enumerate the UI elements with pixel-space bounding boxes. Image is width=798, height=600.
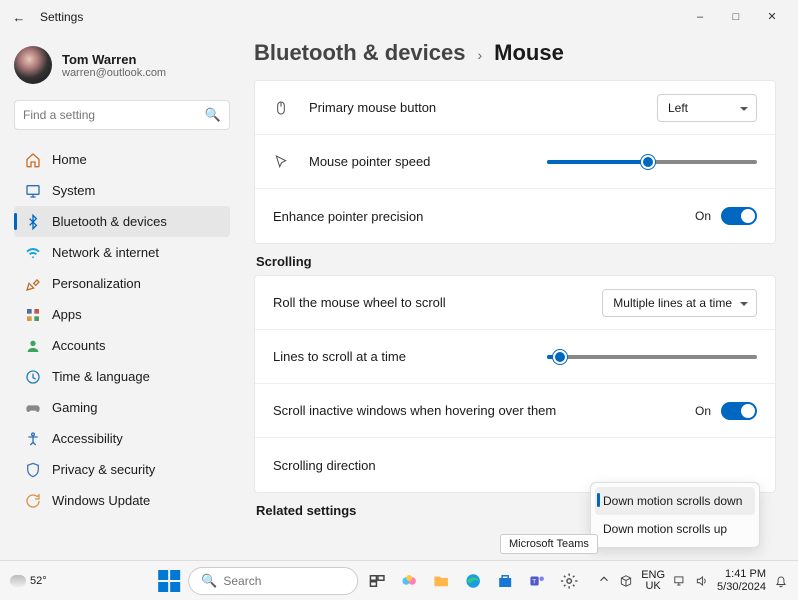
nav-label: Windows Update [52, 493, 150, 508]
nav-label: Time & language [52, 369, 150, 384]
tray-chevron-icon[interactable] [597, 572, 611, 589]
taskbar-search-input[interactable] [223, 574, 345, 588]
scrolling-header: Scrolling [256, 254, 776, 269]
nav-system[interactable]: System [14, 175, 230, 206]
back-button[interactable]: ← [8, 10, 30, 25]
nav-home[interactable]: Home [14, 144, 230, 175]
search-icon: 🔍 [201, 573, 217, 589]
inactive-windows-label: Scroll inactive windows when hovering ov… [273, 403, 695, 418]
lines-scroll-slider[interactable] [547, 355, 757, 359]
nav-label: Accessibility [52, 431, 123, 446]
enhance-precision-label: Enhance pointer precision [273, 209, 695, 224]
lines-scroll-label: Lines to scroll at a time [273, 349, 547, 364]
nav-label: Accounts [52, 338, 105, 353]
maximize-button[interactable]: □ [718, 3, 754, 31]
nav-network[interactable]: Network & internet [14, 237, 230, 268]
option-scrolls-down[interactable]: Down motion scrolls down [595, 487, 755, 515]
nav-label: Bluetooth & devices [52, 214, 167, 229]
apps-icon [22, 306, 44, 324]
pointer-speed-label: Mouse pointer speed [309, 154, 547, 169]
personalization-icon [22, 275, 44, 293]
wheel-scroll-select[interactable]: Multiple lines at a time [602, 289, 757, 317]
taskbar-tooltip: Microsoft Teams [500, 534, 598, 554]
user-profile[interactable]: Tom Warren warren@outlook.com [14, 46, 230, 84]
cursor-icon [273, 154, 297, 170]
nav-label: Personalization [52, 276, 141, 291]
store-button[interactable] [492, 568, 518, 594]
primary-button-label: Primary mouse button [309, 100, 657, 115]
settings-button[interactable] [556, 568, 582, 594]
accessibility-icon [22, 430, 44, 448]
nav-accounts[interactable]: Accounts [14, 330, 230, 361]
breadcrumb: Bluetooth & devices › Mouse [254, 40, 776, 66]
user-name: Tom Warren [62, 52, 166, 67]
nav-accessibility[interactable]: Accessibility [14, 423, 230, 454]
toggle-state: On [695, 209, 711, 223]
scroll-direction-label: Scrolling direction [273, 458, 757, 473]
home-icon [22, 151, 44, 169]
taskbar-search[interactable]: 🔍 [188, 567, 358, 595]
primary-button-select[interactable]: Left [657, 94, 757, 122]
breadcrumb-parent[interactable]: Bluetooth & devices [254, 40, 465, 66]
avatar [14, 46, 52, 84]
nav-label: Apps [52, 307, 82, 322]
nav-apps[interactable]: Apps [14, 299, 230, 330]
network-icon [22, 244, 44, 262]
notifications-icon[interactable] [774, 574, 788, 588]
nav-privacy[interactable]: Privacy & security [14, 454, 230, 485]
enhance-precision-toggle[interactable] [721, 207, 757, 225]
update-icon [22, 492, 44, 510]
clock[interactable]: 1:41 PM5/30/2024 [717, 568, 766, 592]
copilot-button[interactable] [396, 568, 422, 594]
start-button[interactable] [156, 568, 182, 594]
breadcrumb-current: Mouse [494, 40, 564, 66]
scroll-direction-dropdown[interactable]: Down motion scrolls down Down motion scr… [590, 482, 760, 548]
explorer-button[interactable] [428, 568, 454, 594]
privacy-icon [22, 461, 44, 479]
volume-tray-icon[interactable] [695, 574, 709, 588]
nav-label: Privacy & security [52, 462, 155, 477]
option-scrolls-up[interactable]: Down motion scrolls up [595, 515, 755, 543]
bluetooth-icon [22, 213, 44, 231]
mouse-icon [273, 100, 297, 116]
nav-label: Gaming [52, 400, 98, 415]
tray-box-icon[interactable] [619, 574, 633, 588]
window-title: Settings [40, 10, 83, 24]
network-tray-icon[interactable] [673, 574, 687, 588]
chevron-right-icon: › [477, 47, 482, 63]
toggle-state: On [695, 404, 711, 418]
nav-label: Home [52, 152, 87, 167]
search-icon: 🔍 [205, 107, 221, 123]
nav-update[interactable]: Windows Update [14, 485, 230, 516]
nav-bluetooth[interactable]: Bluetooth & devices [14, 206, 230, 237]
minimize-button[interactable]: – [682, 3, 718, 31]
weather-widget[interactable]: 52° [10, 575, 47, 587]
accounts-icon [22, 337, 44, 355]
system-icon [22, 182, 44, 200]
inactive-windows-toggle[interactable] [721, 402, 757, 420]
task-view-button[interactable] [364, 568, 390, 594]
teams-button[interactable]: T [524, 568, 550, 594]
weather-icon [10, 575, 26, 587]
nav-label: Network & internet [52, 245, 159, 260]
taskbar: 52° 🔍 T ENGUK 1:41 PM5/30/2024 [0, 560, 798, 600]
svg-text:T: T [532, 578, 536, 585]
temperature: 52° [30, 575, 47, 587]
search-input[interactable] [23, 108, 205, 122]
nav-label: System [52, 183, 95, 198]
wheel-scroll-label: Roll the mouse wheel to scroll [273, 295, 602, 310]
time-icon [22, 368, 44, 386]
nav-time[interactable]: Time & language [14, 361, 230, 392]
gaming-icon [22, 399, 44, 417]
settings-search[interactable]: 🔍 [14, 100, 230, 130]
language-indicator[interactable]: ENGUK [641, 570, 665, 592]
pointer-speed-slider[interactable] [547, 160, 757, 164]
edge-button[interactable] [460, 568, 486, 594]
user-email: warren@outlook.com [62, 67, 166, 79]
close-button[interactable]: ✕ [754, 3, 790, 31]
nav-personalization[interactable]: Personalization [14, 268, 230, 299]
nav-gaming[interactable]: Gaming [14, 392, 230, 423]
